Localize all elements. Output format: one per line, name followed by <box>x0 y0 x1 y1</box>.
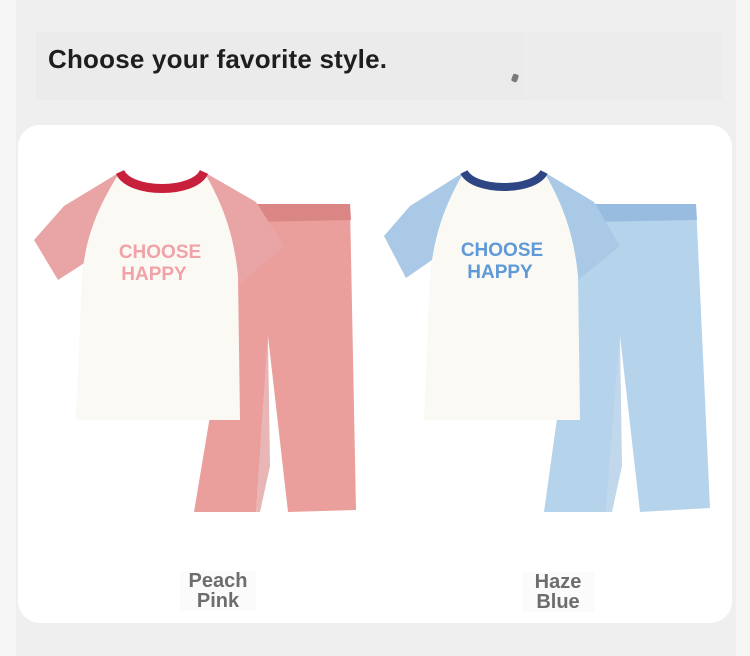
product-option-haze-blue[interactable]: CHOOSE HAPPY <box>384 166 714 516</box>
product-label-haze-blue: Haze Blue <box>522 572 594 612</box>
product-label-line1: Haze <box>534 571 582 593</box>
product-label-line2: Blue <box>536 591 580 613</box>
header-banner-extension <box>524 32 722 100</box>
shirt-graphic-line2: HAPPY <box>467 262 533 283</box>
shirt-graphic-line2: HAPPY <box>121 264 187 285</box>
shirt-graphic-line1: CHOOSE <box>461 240 543 261</box>
page-title: Choose your favorite style. <box>48 44 388 74</box>
product-label-line1: Peach <box>188 570 248 592</box>
product-option-peach-pink[interactable]: CHOOSE HAPPY <box>34 166 364 516</box>
pajama-set-image: CHOOSE HAPPY <box>34 169 356 512</box>
product-label-peach-pink: Peach Pink <box>180 571 256 611</box>
left-edge-strip <box>0 0 16 656</box>
product-label-line2: Pink <box>196 590 240 612</box>
right-edge-strip <box>736 0 750 656</box>
shirt-graphic-line1: CHOOSE <box>119 242 201 263</box>
pajama-set-image: CHOOSE HAPPY <box>384 169 710 512</box>
